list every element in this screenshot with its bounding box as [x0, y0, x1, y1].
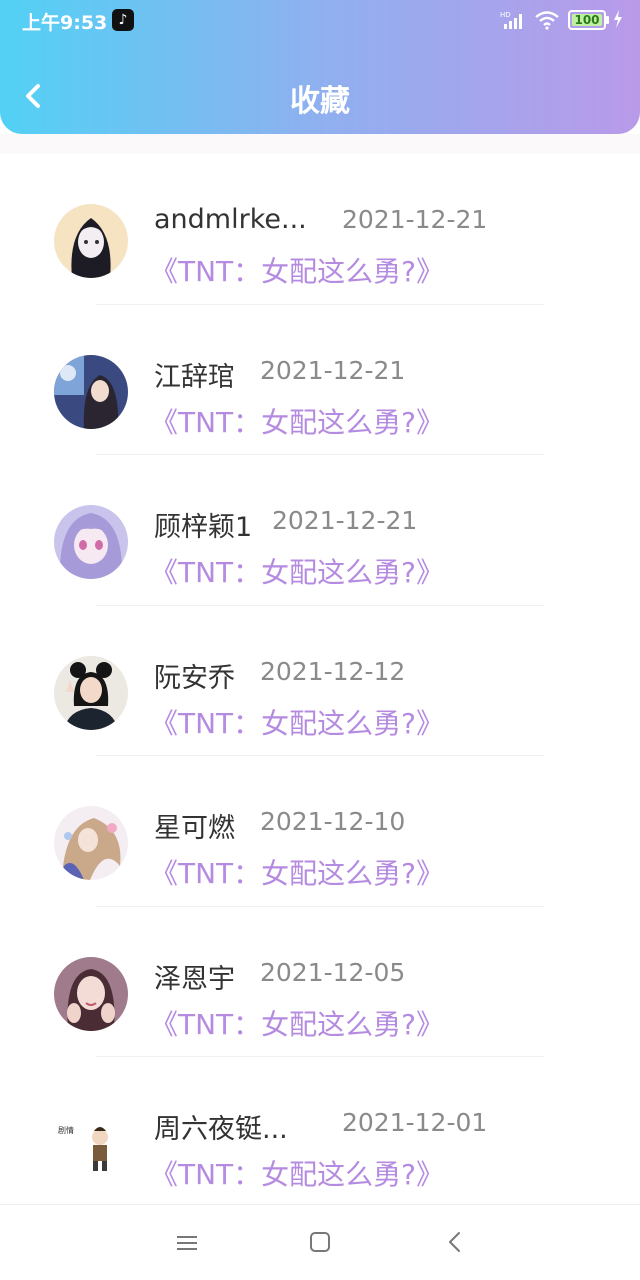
system-nav-bar: [0, 1204, 640, 1280]
username[interactable]: 周六夜铤...: [154, 1107, 288, 1146]
wifi-icon: [535, 11, 559, 30]
date: 2021-12-21: [260, 355, 406, 385]
status-bar: 上午9:53 ♪ HD 100: [0, 0, 640, 40]
battery-nub: [606, 16, 609, 24]
avatar[interactable]: 剧情: [54, 1107, 128, 1181]
username[interactable]: 阮安乔: [154, 656, 235, 695]
book-title[interactable]: 《TNT：女配这么勇?》: [150, 551, 444, 591]
signal-icon: HD: [500, 11, 522, 29]
date: 2021-12-01: [342, 1108, 488, 1137]
username[interactable]: 江辞琯: [154, 355, 235, 394]
tiktok-icon: ♪: [112, 9, 134, 31]
header-divider: [0, 134, 640, 154]
battery-level: 100: [572, 14, 602, 26]
charging-icon: [614, 10, 622, 28]
username[interactable]: 泽恩宇: [154, 957, 235, 996]
list-item[interactable]: 顾梓颖1 2021-12-21 《TNT：女配这么勇?》: [0, 455, 640, 606]
date: 2021-12-21: [272, 506, 418, 535]
avatar[interactable]: [54, 806, 128, 880]
svg-text:剧情: 剧情: [58, 1125, 74, 1135]
battery-icon: 100: [568, 10, 606, 30]
home-icon[interactable]: [309, 1231, 331, 1253]
list-item[interactable]: 江辞琯 2021-12-21 《TNT：女配这么勇?》: [0, 305, 640, 455]
username[interactable]: andmlrke...: [154, 204, 307, 235]
username[interactable]: 星可燃: [154, 806, 235, 845]
list-item[interactable]: andmlrke... 2021-12-21 《TNT：女配这么勇?》: [0, 154, 640, 305]
date: 2021-12-21: [342, 205, 488, 234]
avatar[interactable]: [54, 505, 128, 579]
date: 2021-12-10: [260, 807, 406, 836]
book-title[interactable]: 《TNT：女配这么勇?》: [150, 852, 444, 892]
avatar[interactable]: [54, 354, 128, 429]
list-item[interactable]: 泽恩宇 2021-12-05 《TNT：女配这么勇?》: [0, 907, 640, 1057]
username[interactable]: 顾梓颖1: [154, 505, 252, 544]
avatar[interactable]: [54, 655, 128, 730]
book-title[interactable]: 《TNT：女配这么勇?》: [150, 702, 444, 742]
list-item[interactable]: 剧情 周六夜铤... 2021-12-01 《TNT：女配这么勇?》: [0, 1057, 640, 1208]
svg-text:HD: HD: [500, 11, 511, 19]
book-title[interactable]: 《TNT：女配这么勇?》: [150, 250, 444, 290]
date: 2021-12-12: [260, 656, 406, 686]
list-item[interactable]: 阮安乔 2021-12-12 《TNT：女配这么勇?》: [0, 606, 640, 756]
book-title[interactable]: 《TNT：女配这么勇?》: [150, 401, 444, 441]
page-title: 收藏: [290, 84, 350, 119]
favorites-list: andmlrke... 2021-12-21 《TNT：女配这么勇?》 江辞琯 …: [0, 154, 640, 1208]
avatar[interactable]: [54, 204, 128, 278]
book-title[interactable]: 《TNT：女配这么勇?》: [150, 1003, 444, 1043]
menu-icon[interactable]: [176, 1233, 198, 1253]
avatar[interactable]: [54, 956, 128, 1031]
header: 上午9:53 ♪ HD 100 收藏: [0, 0, 640, 134]
back-icon[interactable]: [445, 1231, 465, 1253]
date: 2021-12-05: [260, 957, 406, 987]
book-title[interactable]: 《TNT：女配这么勇?》: [150, 1153, 444, 1193]
status-time: 上午9:53: [22, 12, 108, 34]
list-item[interactable]: 星可燃 2021-12-10 《TNT：女配这么勇?》: [0, 756, 640, 907]
